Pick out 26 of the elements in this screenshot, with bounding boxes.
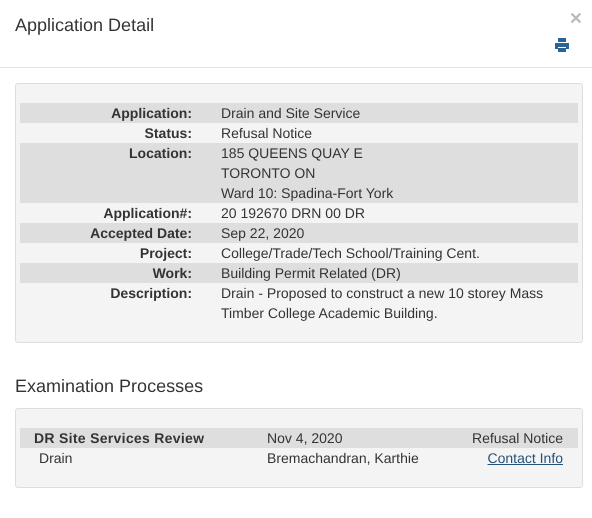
field-value: Building Permit Related (DR): [221, 264, 402, 283]
field-value: Sep 22, 2020: [221, 224, 306, 243]
field-value: 185 QUEENS QUAY E: [221, 144, 364, 163]
field-value: Ward 10: Spadina-Fort York: [221, 184, 394, 203]
field-value: TORONTO ON: [221, 164, 316, 183]
field-value: 20 192670 DRN 00 DR: [221, 204, 366, 223]
section-heading: Examination Processes: [15, 375, 204, 397]
field-label: Status:: [144, 124, 192, 143]
field-label: Location:: [128, 144, 192, 163]
field-label: Description:: [109, 284, 192, 303]
print-icon[interactable]: [555, 38, 569, 52]
field-label: Application#:: [102, 204, 192, 223]
process-name: DR Site Services Review: [34, 429, 206, 448]
field-value: College/Trade/Tech School/Training Cent.: [221, 244, 481, 263]
process-date: Nov 4, 2020: [267, 429, 344, 448]
field-label: Project:: [138, 244, 192, 263]
field-value: Drain and Site Service: [221, 104, 362, 123]
field-label: Accepted Date:: [89, 224, 192, 243]
field-label: Application:: [110, 104, 192, 123]
field-label: Work:: [152, 264, 192, 283]
field-value: Drain - Proposed to construct a new 10 storey Mass Timber College Academic Building.: [221, 284, 544, 323]
contact-info-link[interactable]: Contact Info: [488, 450, 563, 466]
field-value: Refusal Notice: [221, 124, 314, 143]
examiner-name: Bremachandran, Karthie: [267, 449, 420, 468]
dialog-title: Application Detail: [15, 14, 154, 36]
process-status: Refusal Notice: [470, 429, 563, 448]
